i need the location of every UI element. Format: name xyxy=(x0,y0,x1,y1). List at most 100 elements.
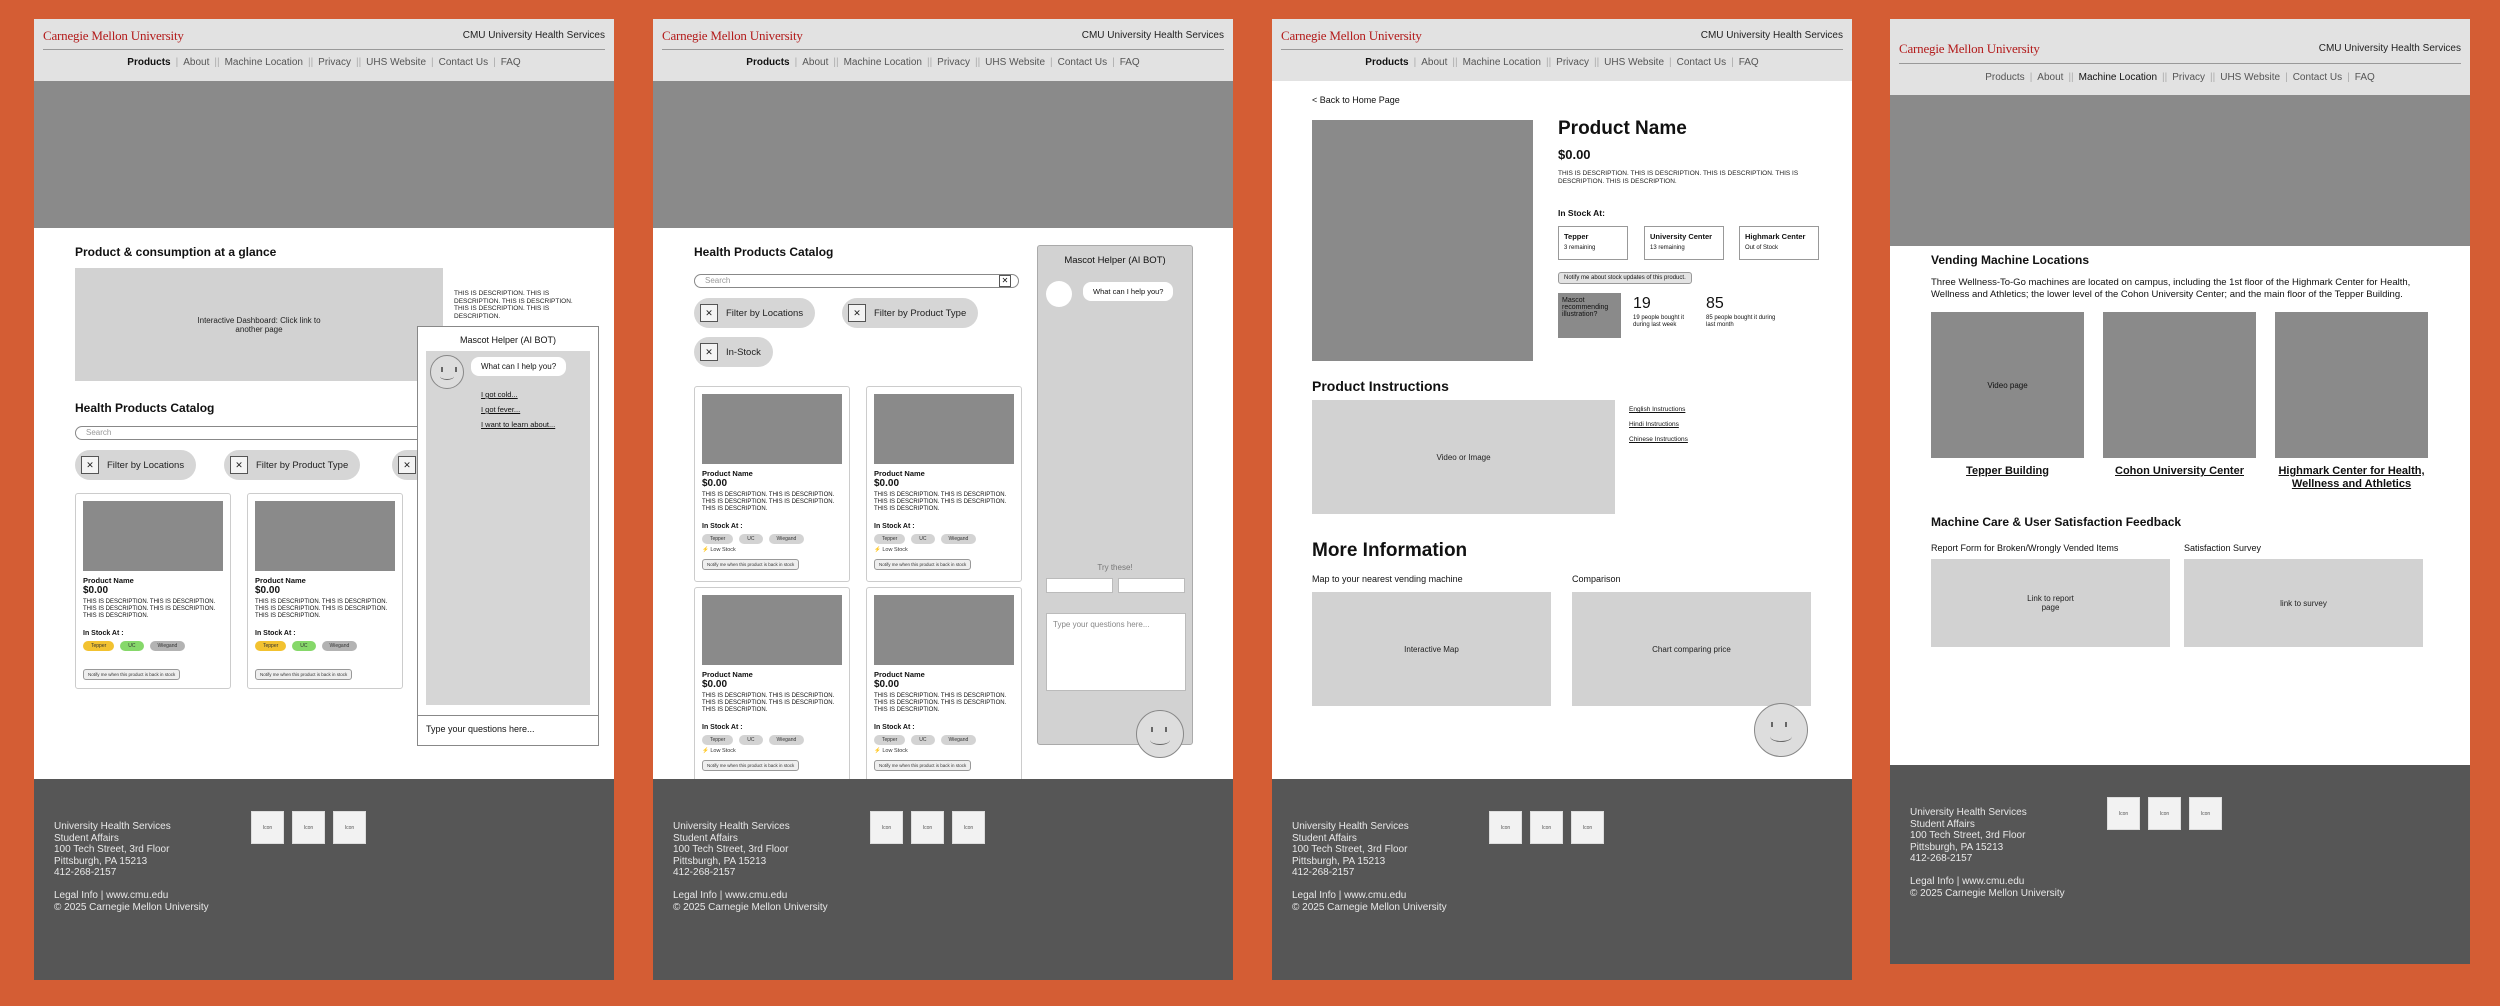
stock-tepper: Tepper 3 remaining xyxy=(1558,226,1628,260)
notify-button[interactable]: Notify me about stock updates of this pr… xyxy=(1558,272,1692,284)
option-fever[interactable]: I got fever... xyxy=(481,402,555,417)
notify-button[interactable]: Notify me when this product is back in s… xyxy=(83,669,181,680)
social-icon[interactable]: Icon xyxy=(292,811,325,844)
back-link[interactable]: < Back to Home Page xyxy=(1312,95,1400,105)
nav-about[interactable]: About xyxy=(178,57,214,68)
product-price: $0.00 xyxy=(255,585,281,596)
filter-locations-button[interactable]: ✕ Filter by Locations xyxy=(75,450,197,480)
notify-button[interactable]: Notify me when this product is back in s… xyxy=(702,760,800,771)
nav-contact[interactable]: Contact Us xyxy=(434,57,493,68)
nav-faq[interactable]: FAQ xyxy=(2350,72,2380,83)
social-icon[interactable]: Icon xyxy=(2107,797,2140,830)
suggestion-chip[interactable] xyxy=(1118,578,1185,593)
dashboard-link[interactable]: Interactive Dashboard: Click link to ano… xyxy=(75,268,443,381)
tepper-building-link[interactable]: Tepper Building xyxy=(1931,465,2084,477)
search-icon[interactable]: ✕ xyxy=(999,275,1011,287)
nav-machine-location[interactable]: Machine Location xyxy=(1458,57,1546,68)
social-icon[interactable]: Icon xyxy=(2189,797,2222,830)
notify-button[interactable]: Notify me when this product is back in s… xyxy=(874,760,972,771)
nav-machine-location[interactable]: Machine Location xyxy=(839,57,927,68)
notify-button[interactable]: Notify me when this product is back in s… xyxy=(874,559,972,570)
suggestion-chip[interactable] xyxy=(1046,578,1113,593)
cmu-logo[interactable]: Carnegie Mellon University xyxy=(43,28,184,44)
social-icon[interactable]: Icon xyxy=(870,811,903,844)
chat-input[interactable]: Type your questions here... xyxy=(1046,613,1186,691)
product-card[interactable]: Product Name $0.00 THIS IS DESCRIPTION. … xyxy=(866,587,1022,783)
social-icon[interactable]: Icon xyxy=(251,811,284,844)
product-image xyxy=(874,394,1014,464)
nav-faq[interactable]: FAQ xyxy=(1115,57,1145,68)
nav-faq[interactable]: FAQ xyxy=(1734,57,1764,68)
nav-machine-location[interactable]: Machine Location xyxy=(220,57,308,68)
nav-privacy[interactable]: Privacy xyxy=(313,57,356,68)
cmu-logo[interactable]: Carnegie Mellon University xyxy=(1899,41,2040,57)
filter-product-type-button[interactable]: ✕ Filter by Product Type xyxy=(842,298,979,328)
report-form-link[interactable]: Link to report page xyxy=(1931,559,2170,647)
nav-privacy[interactable]: Privacy xyxy=(932,57,975,68)
search-input[interactable]: Search xyxy=(694,274,1019,288)
filter-in-stock-button[interactable]: ✕ In-Stock xyxy=(694,337,773,367)
chat-input[interactable]: Type your questions here... xyxy=(418,715,598,745)
search-input[interactable]: Search xyxy=(75,426,455,440)
interactive-map[interactable]: Interactive Map xyxy=(1312,592,1551,706)
product-card[interactable]: Product Name $0.00 THIS IS DESCRIPTION. … xyxy=(694,587,850,783)
mascot-button[interactable] xyxy=(1136,710,1184,758)
social-icon[interactable]: Icon xyxy=(333,811,366,844)
nav-products[interactable]: Products xyxy=(1980,72,2029,83)
instruction-video[interactable]: Video or Image xyxy=(1312,400,1615,514)
low-stock-badge: ⚡ Low Stock xyxy=(874,547,908,553)
nav-about[interactable]: About xyxy=(797,57,833,68)
filter-locations-button[interactable]: ✕ Filter by Locations xyxy=(694,298,816,328)
chatbot-title: Mascot Helper (AI BOT) xyxy=(1064,255,1166,266)
video-page-link[interactable]: Video page xyxy=(1931,312,2084,458)
chinese-instructions-link[interactable]: Chinese Instructions xyxy=(1629,432,1688,447)
survey-link[interactable]: link to survey xyxy=(2184,559,2423,647)
mascot-button[interactable] xyxy=(1754,703,1808,757)
nav-uhs-website[interactable]: UHS Website xyxy=(361,57,431,68)
notify-button[interactable]: Notify me when this product is back in s… xyxy=(255,669,353,680)
option-learn[interactable]: I want to learn about... xyxy=(481,417,555,432)
social-icon[interactable]: Icon xyxy=(1571,811,1604,844)
nav-contact[interactable]: Contact Us xyxy=(2288,72,2347,83)
social-icon[interactable]: Icon xyxy=(2148,797,2181,830)
nav-products[interactable]: Products xyxy=(1360,57,1413,68)
social-icon[interactable]: Icon xyxy=(1489,811,1522,844)
header: Carnegie Mellon University CMU Universit… xyxy=(1890,19,2470,95)
nav-uhs-website[interactable]: UHS Website xyxy=(2215,72,2285,83)
highmark-center-link[interactable]: Highmark Center for Health, Wellness and… xyxy=(2268,465,2435,491)
nav-about[interactable]: About xyxy=(2032,72,2068,83)
option-cold[interactable]: I got cold... xyxy=(481,387,555,402)
notify-button[interactable]: Notify me when this product is back in s… xyxy=(702,559,800,570)
cohon-center-link[interactable]: Cohon University Center xyxy=(2103,465,2256,477)
product-card[interactable]: Product Name $0.00 THIS IS DESCRIPTION. … xyxy=(694,386,850,582)
legal-link[interactable]: Legal Info | www.cmu.edu xyxy=(673,890,828,902)
social-icon[interactable]: Icon xyxy=(1530,811,1563,844)
product-card[interactable]: Product Name $0.00 THIS IS DESCRIPTION. … xyxy=(866,386,1022,582)
nav-uhs-website[interactable]: UHS Website xyxy=(980,57,1050,68)
legal-link[interactable]: Legal Info | www.cmu.edu xyxy=(54,890,209,902)
nav-uhs-website[interactable]: UHS Website xyxy=(1599,57,1669,68)
social-icon[interactable]: Icon xyxy=(911,811,944,844)
hindi-instructions-link[interactable]: Hindi Instructions xyxy=(1629,417,1688,432)
nav-about[interactable]: About xyxy=(1416,57,1452,68)
nav-products[interactable]: Products xyxy=(741,57,794,68)
product-card[interactable]: Product Name $0.00 THIS IS DESCRIPTION. … xyxy=(247,493,403,689)
nav-contact[interactable]: Contact Us xyxy=(1672,57,1731,68)
nav-privacy[interactable]: Privacy xyxy=(2167,72,2210,83)
nav-machine-location[interactable]: Machine Location xyxy=(2074,72,2162,83)
filter-product-type-button[interactable]: ✕ Filter by Product Type xyxy=(224,450,361,480)
cmu-logo[interactable]: Carnegie Mellon University xyxy=(662,28,803,44)
survey-label: Satisfaction Survey xyxy=(2184,543,2262,553)
location-image xyxy=(2103,312,2256,458)
english-instructions-link[interactable]: English Instructions xyxy=(1629,402,1688,417)
price-comparison-chart[interactable]: Chart comparing price xyxy=(1572,592,1811,706)
nav-privacy[interactable]: Privacy xyxy=(1551,57,1594,68)
nav-faq[interactable]: FAQ xyxy=(496,57,526,68)
nav-contact[interactable]: Contact Us xyxy=(1053,57,1112,68)
cmu-logo[interactable]: Carnegie Mellon University xyxy=(1281,28,1422,44)
social-icon[interactable]: Icon xyxy=(952,811,985,844)
legal-link[interactable]: Legal Info | www.cmu.edu xyxy=(1910,876,2065,888)
product-card[interactable]: Product Name $0.00 THIS IS DESCRIPTION. … xyxy=(75,493,231,689)
legal-link[interactable]: Legal Info | www.cmu.edu xyxy=(1292,890,1447,902)
nav-products[interactable]: Products xyxy=(122,57,175,68)
